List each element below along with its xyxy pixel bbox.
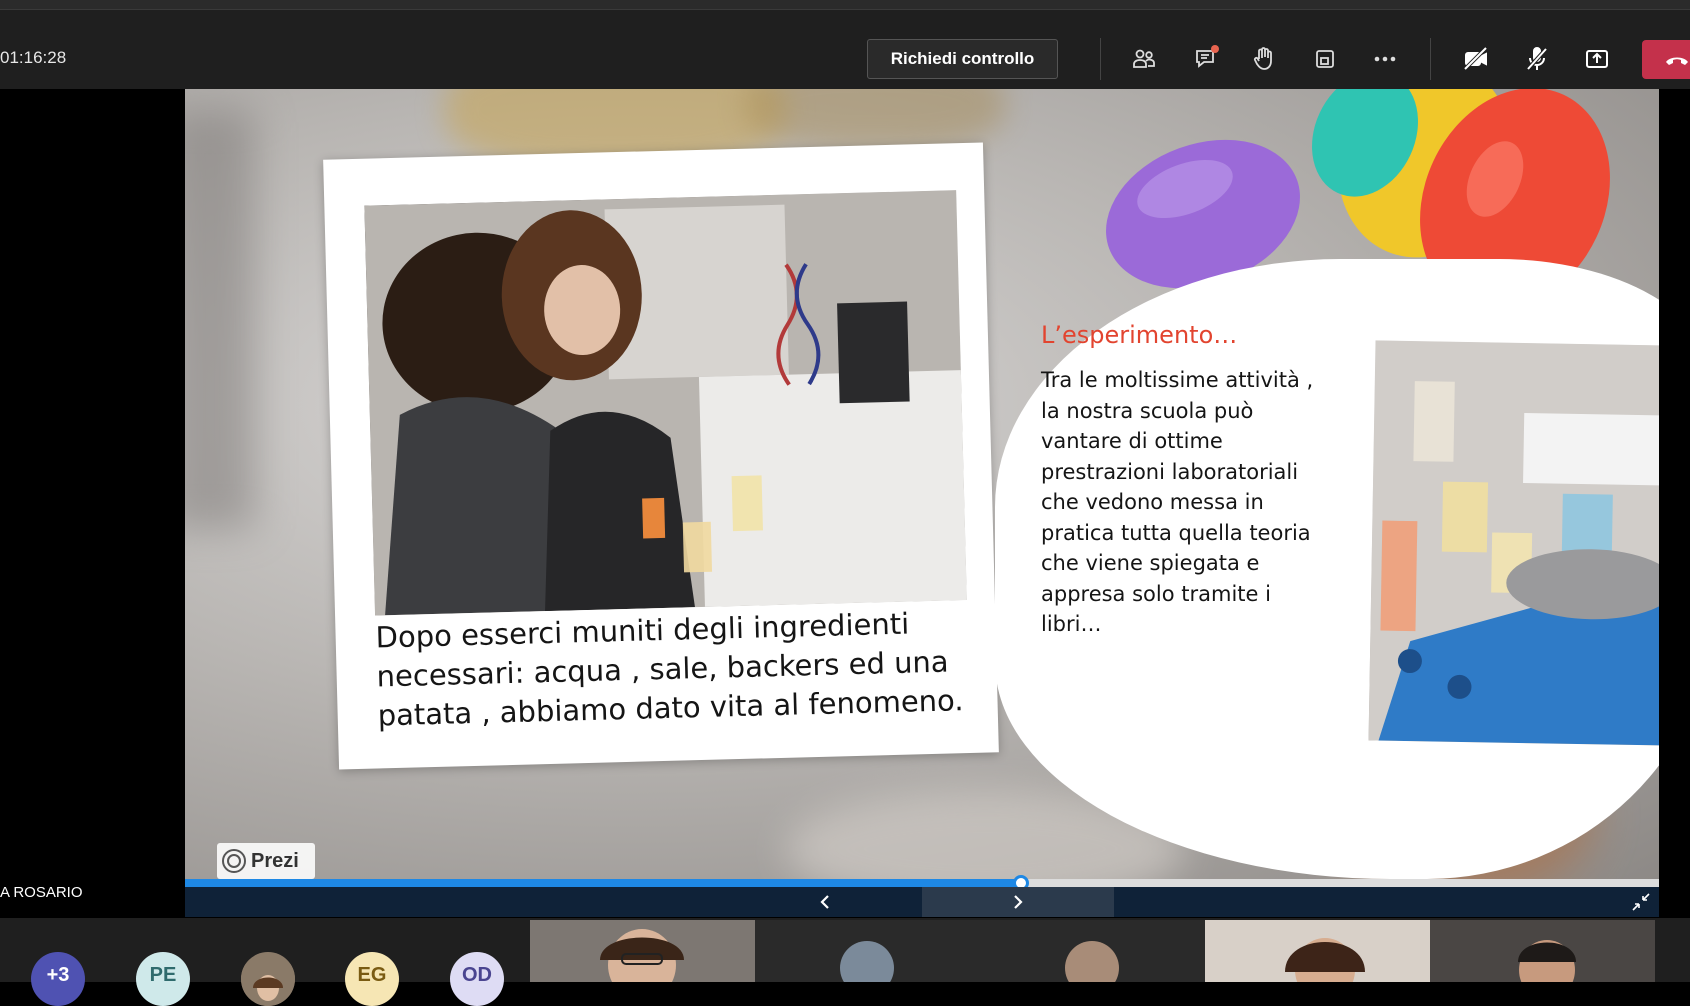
overflow-participants-avatar[interactable]: +3 [31,952,85,1006]
prezi-label: Prezi [251,849,299,872]
participant-video-tile[interactable] [980,920,1205,982]
participant-avatar [840,941,894,982]
participant-video-tile[interactable] [1205,920,1430,982]
participant-video [1205,920,1430,982]
meeting-toolbar: 01:16:28 Richiedi controllo [0,10,1690,89]
background-blur [745,89,1005,149]
more-icon[interactable] [1366,40,1404,78]
left-card-caption: Dopo esserci muniti degli ingredienti ne… [375,606,964,733]
lab-equipment-photo [1368,340,1659,746]
avatar[interactable]: OD [450,952,504,1006]
background-blur [185,109,255,529]
progress-fill [185,879,1021,887]
participants-strip: +3 PE EG OD [0,918,1690,1006]
avatar[interactable]: PE [136,952,190,1006]
avatar[interactable]: EG [345,952,399,1006]
presenter-name-label: A ROSARIO [0,884,83,901]
presentation-nav-bar [185,887,1659,917]
chevron-left-icon [820,895,829,909]
prezi-watermark: Prezi [217,843,315,879]
participant-video [530,920,755,982]
next-slide-button[interactable] [922,887,1114,917]
raise-hand-icon[interactable] [1245,40,1283,78]
avatar[interactable] [241,952,295,1006]
lab-students-photo [364,190,967,616]
chat-notification-dot [1211,45,1219,53]
avatar-initials: +3 [46,964,70,986]
avatar-initials: EG [357,964,387,986]
avatar-initials: PE [149,964,177,986]
participant-video-tile[interactable] [1430,920,1655,982]
participants-icon[interactable] [1125,40,1163,78]
request-control-button[interactable]: Richiedi controllo [867,39,1058,79]
layout-icon[interactable] [1306,40,1344,78]
participant-video [1430,920,1655,982]
slide-body-text: Tra le moltissime attività , la nostra s… [1041,368,1314,636]
call-timer: 01:16:28 [0,48,67,67]
shared-presentation-slide[interactable]: Dopo esserci muniti degli ingredienti ne… [185,89,1659,879]
prezi-logo-icon [222,849,246,873]
avatar-initials: OD [462,964,492,986]
toolbar-divider [1100,38,1101,80]
slide-title: L’esperimento… [1041,321,1238,349]
participant-photo [241,964,295,1006]
photo-card: Dopo esserci muniti degli ingredienti ne… [323,142,999,770]
hang-up-button[interactable] [1642,40,1690,79]
window-top-strip [0,0,1690,10]
previous-slide-button[interactable] [810,887,840,917]
presentation-progress-bar[interactable] [185,875,1659,891]
exit-fullscreen-icon[interactable] [1631,892,1651,912]
participant-avatar [1065,941,1119,982]
chat-icon[interactable] [1187,40,1225,78]
chevron-right-icon [1014,895,1023,909]
participant-video-tile[interactable] [530,920,755,982]
participant-video-tile[interactable] [755,920,980,982]
camera-off-icon[interactable] [1457,40,1495,78]
hang-up-icon [1666,57,1688,65]
mic-off-icon[interactable] [1518,40,1556,78]
toolbar-divider [1430,38,1431,80]
share-tray-icon[interactable] [1578,40,1616,78]
